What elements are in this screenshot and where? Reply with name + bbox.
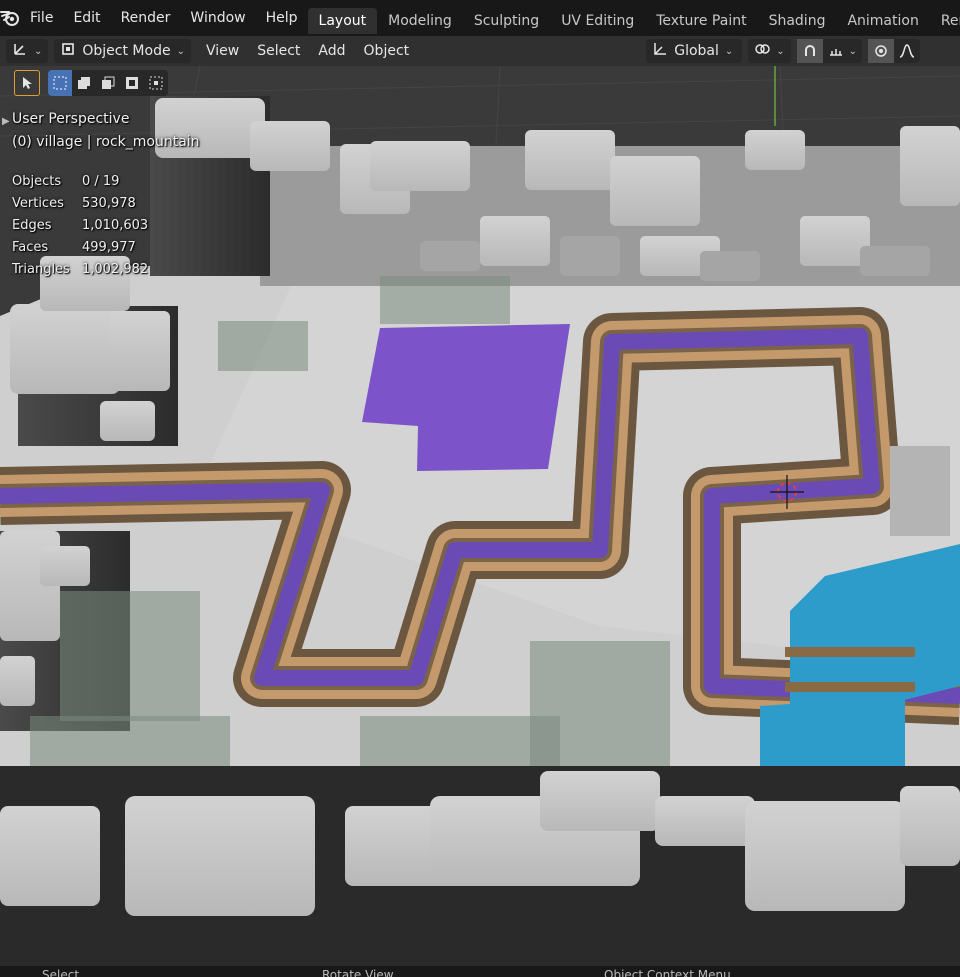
orientation-label: Global [674,43,719,59]
menu-help[interactable]: Help [256,0,308,36]
perspective-label: User Perspective [12,111,130,127]
stat-value: 0 / 19 [82,173,120,189]
stat-value: 530,978 [82,195,136,211]
sidebar-toggle-chevron-icon[interactable]: ▶ [2,116,10,127]
stat-row: Objects 0 / 19 [12,170,148,192]
tab-shading[interactable]: Shading [758,8,837,34]
menu-select[interactable]: Select [248,43,309,59]
mode-dropdown[interactable]: Object Mode ⌄ [54,39,191,63]
status-bar: Select Rotate View Object Context Menu [0,966,960,977]
stat-label: Objects [12,173,62,189]
pivot-point-dropdown[interactable]: ⌄ [748,39,791,63]
select-subtract-icon[interactable] [96,70,120,96]
pivot-icon [754,41,770,61]
stat-value: 499,977 [82,239,136,255]
stat-row: Edges 1,010,603 [12,214,148,236]
transform-orientation-dropdown[interactable]: Global ⌄ [646,39,743,63]
tab-layout[interactable]: Layout [307,8,378,34]
select-intersect-icon[interactable] [144,70,168,96]
editor-type-button[interactable]: ⌄ [6,39,49,63]
chevron-down-icon: ⌄ [34,45,43,57]
proportional-edit-icon[interactable] [868,39,894,63]
stat-label: Edges [12,217,52,233]
snapping-group: ⌄ [796,39,862,63]
scene-stats: Objects 0 / 19 Vertices 530,978 Edges 1,… [12,170,148,280]
object-mode-icon [60,41,76,61]
status-rotate-view: Rotate View [322,968,394,977]
menu-view[interactable]: View [197,43,248,59]
mode-label: Object Mode [82,43,171,59]
menu-add[interactable]: Add [309,43,354,59]
axes-icon [12,41,28,61]
tab-sculpting[interactable]: Sculpting [463,8,550,34]
menu-object[interactable]: Object [355,43,419,59]
tab-uv-editing[interactable]: UV Editing [550,8,645,34]
top-menubar: File Edit Render Window Help Layout Mode… [0,0,960,36]
selection-mode-group [48,70,168,96]
stat-value: 1,010,603 [82,217,149,233]
falloff-curve-icon[interactable] [894,39,920,63]
snap-toggle-icon[interactable] [796,39,823,63]
chevron-down-icon: ⌄ [176,45,185,57]
stat-label: Triangles [12,261,70,277]
status-context-menu: Object Context Menu [604,968,731,977]
menu-render[interactable]: Render [111,0,181,36]
blender-logo-icon[interactable] [0,0,20,36]
menu-window[interactable]: Window [180,0,255,36]
select-tool-icon[interactable] [14,70,40,96]
collection-label: (0) village | rock_mountain [12,134,200,150]
stat-value: 1,002,982 [82,261,149,277]
tab-modeling[interactable]: Modeling [377,8,463,34]
proportional-edit-group [868,39,920,63]
tool-row [14,70,168,96]
stat-label: Vertices [12,195,64,211]
viewport-header: ⌄ Object Mode ⌄ View Select Add Object G… [0,36,960,66]
chevron-down-icon: ⌄ [848,45,857,57]
chevron-down-icon: ⌄ [724,45,734,57]
orientation-icon [652,41,668,61]
menu-file[interactable]: File [20,0,63,36]
menu-edit[interactable]: Edit [63,0,110,36]
status-select: Select [42,968,80,977]
stat-row: Vertices 530,978 [12,192,148,214]
snap-target-icon[interactable] [823,39,849,63]
tab-texture-paint[interactable]: Texture Paint [645,8,757,34]
select-extend-icon[interactable] [72,70,96,96]
tab-animation[interactable]: Animation [836,8,929,34]
tab-rendering[interactable]: Ren [930,8,960,34]
stat-row: Faces 499,977 [12,236,148,258]
select-invert-icon[interactable] [120,70,144,96]
select-new-icon[interactable] [48,70,72,96]
stat-row: Triangles 1,002,982 [12,258,148,280]
chevron-down-icon: ⌄ [776,45,785,57]
stat-label: Faces [12,239,49,255]
